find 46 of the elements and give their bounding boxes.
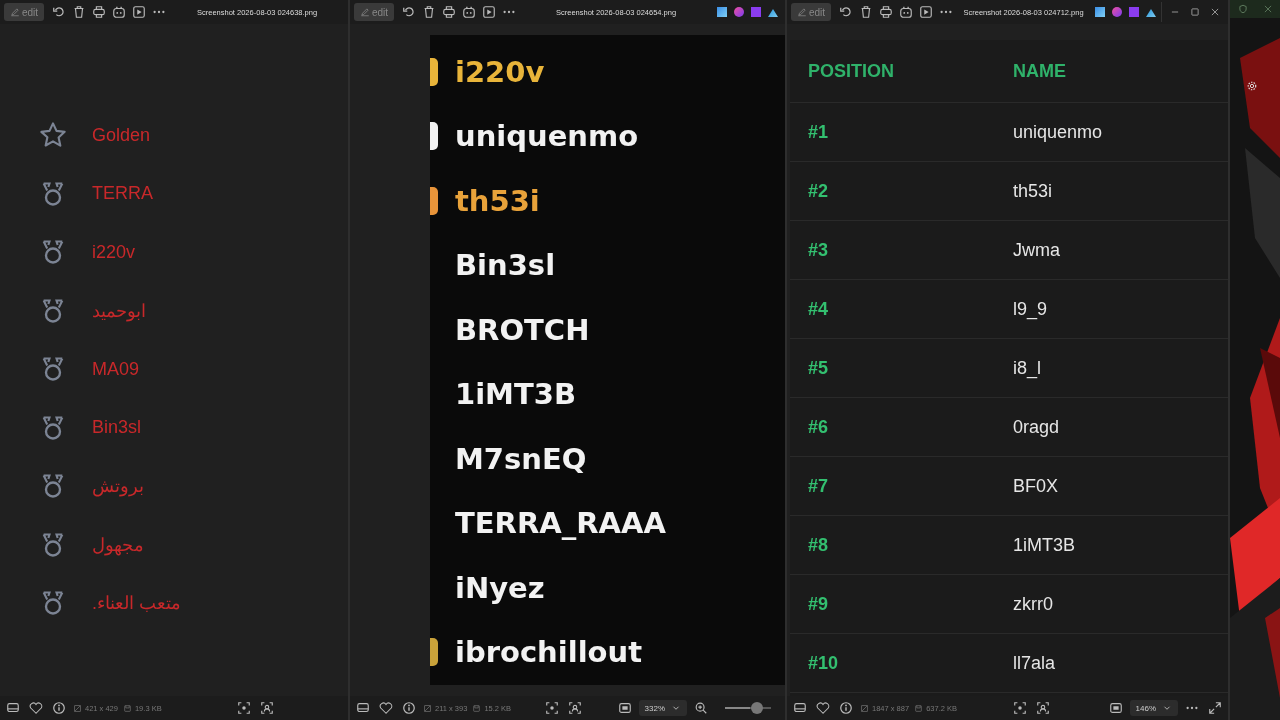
zoom-dropdown[interactable]: 332% [638,700,687,716]
table-cell: ll7ala [1013,652,1056,674]
player-name: M7snEQ [455,441,587,476]
table-cell: 1iMT3B [1013,534,1075,556]
player-name: بروتش [92,475,144,497]
table-cell: i8_l [1013,357,1042,379]
table-cell: uniquenmo [1013,121,1103,143]
table-cell: BF0X [1013,475,1059,497]
table-cell: th53i [1013,180,1053,202]
table-cell-text: #10 [807,652,840,674]
player-name: Bin3sl [455,248,556,282]
table-cell-text: #6 [807,416,830,438]
player-name: Golden [92,124,151,146]
edit-button[interactable]: edit [4,3,45,21]
table-cell: 0ragd [1013,416,1060,438]
table-cell-text: #8 [807,534,830,556]
player-name: TERRA_RAAA [455,506,666,540]
player-name: ابوحميد [92,299,146,322]
table-cell-text: #2 [807,180,830,202]
table-cell-text: #9 [807,593,830,615]
player-name: Bin3sl [92,417,142,438]
table-cell-text: #1 [807,121,830,143]
column-header: NAME [1013,60,1066,82]
zoom-dropdown[interactable]: 146% [1129,700,1178,716]
player-name: uniquenmo [455,119,639,153]
table-cell-text: #3 [807,239,830,261]
player-name: i220v [455,54,545,89]
player-name: BROTCH [455,312,590,347]
player-name: th53i [455,183,540,218]
column-header: POSITION [807,60,895,82]
edit-button[interactable]: edit [354,3,395,21]
edit-button[interactable]: edit [791,3,832,21]
player-name: ibrochillout [455,635,642,669]
player-name: متعب العناء. [92,592,181,614]
player-name: i220v [92,241,136,263]
table-cell-text: #4 [807,298,830,320]
table-cell-text: #5 [807,357,830,379]
table-cell: Jwma [1013,239,1060,261]
player-name: TERRA [92,183,153,204]
table-cell-text: #7 [807,475,830,497]
player-name: 1iMT3B [455,377,577,411]
player-name: MA09 [92,358,140,380]
table-cell: zkrr0 [1013,593,1053,615]
table-cell: l9_9 [1013,298,1048,320]
player-name: iNyez [455,570,545,605]
player-name: مجهول [92,533,144,556]
